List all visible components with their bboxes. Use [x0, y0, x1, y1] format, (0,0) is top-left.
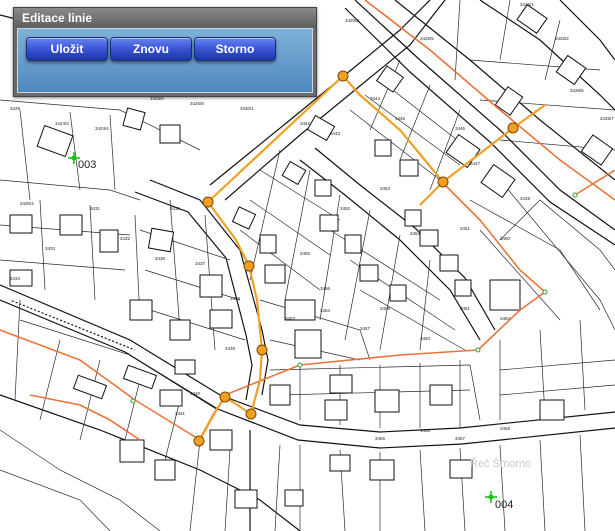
parcel-number: 3426/2 [555, 36, 569, 41]
parcel-number: 3438 [230, 296, 241, 301]
parcel-number: 3430/4 [20, 201, 34, 206]
parcel-number: 3457 [360, 326, 371, 331]
parcel-number: 3453 [380, 186, 391, 191]
parcel-number: 3424/4 [95, 126, 109, 131]
parcel-number: 3426/5 [420, 36, 434, 41]
vertex-handle[interactable] [219, 391, 231, 403]
parcel-number: 3452 [340, 206, 351, 211]
parcel-number: 3450 [500, 236, 511, 241]
parcel-number: 3429 [10, 106, 21, 111]
parcel-number: 3426/6 [570, 88, 584, 93]
line-edit-panel: Editace linie Uložit Znovu Storno [13, 7, 317, 97]
point-marker-004[interactable]: 004 [485, 491, 513, 511]
parcel-number: 3430/1 [240, 106, 254, 111]
vertex-handle[interactable] [193, 435, 205, 447]
parcel-number: 3424/3 [55, 121, 69, 126]
vertex-handle[interactable] [256, 344, 268, 356]
cancel-button[interactable]: Storno [194, 37, 276, 61]
parcel-number: 3451 [460, 226, 471, 231]
parcel-number: 3445 [395, 116, 406, 121]
parcel-number: 3467 [455, 436, 466, 441]
vertex-handle[interactable] [202, 196, 214, 208]
parcel-number: 3436 [155, 256, 166, 261]
parcel-number: 3463 [285, 316, 296, 321]
parcel-number: 3441 [175, 411, 186, 416]
edited-line[interactable] [193, 70, 546, 447]
map-watermark: Řeč Šmorno [470, 458, 532, 470]
parcel-number: 3443 [330, 131, 341, 136]
railway [9, 298, 136, 352]
parcel-number: 3464 [320, 308, 331, 313]
parcel-number: 3435 [170, 206, 181, 211]
vertex-handle[interactable] [243, 260, 255, 272]
point-label: 004 [495, 499, 513, 511]
parcel-number: 3439 [225, 346, 236, 351]
parcel-number: 3454 [410, 231, 421, 236]
parcel-number: 3456 [320, 286, 331, 291]
vertex-handle[interactable] [437, 176, 449, 188]
panel-title: Editace linie [14, 8, 316, 28]
vertex-handle[interactable] [337, 70, 349, 82]
point-label: 003 [78, 159, 96, 171]
save-button[interactable]: Uložit [26, 37, 108, 61]
parcel-number: 3448 [520, 196, 531, 201]
parcel-number: 3466 [420, 428, 431, 433]
parcel-number: 3447 [470, 161, 481, 166]
vertex-handle[interactable] [245, 408, 257, 420]
parcel-number: 3420/2 [345, 18, 359, 23]
parcel-number: 3455 [300, 251, 311, 256]
parcel-number: 3460 [420, 336, 431, 341]
vertex-handle[interactable] [507, 122, 519, 134]
parcel-number: 3425/8 [190, 101, 204, 106]
parcel-number: 3465 [375, 436, 386, 441]
parcel-number: 3468 [500, 426, 511, 431]
point-marker-003[interactable]: 003 [68, 152, 96, 171]
parcel-number: 3437 [195, 261, 206, 266]
parcel-number: 3434 [10, 276, 21, 281]
parcel-number: 3442 [300, 121, 311, 126]
parcel-number: 3426/7 [600, 116, 614, 121]
parcel-number: 3461 [460, 306, 471, 311]
parcel-number: 3426/1 [520, 2, 534, 7]
redo-button[interactable]: Znovu [110, 37, 192, 61]
parcel-number: 3444 [370, 96, 381, 101]
parcel-number: 3458 [380, 306, 391, 311]
parcel-number: 3433 [45, 246, 56, 251]
parcel-number: 3432 [120, 236, 131, 241]
panel-body: Uložit Znovu Storno [17, 28, 313, 93]
parcel-number: 3431 [90, 206, 101, 211]
parcel-number: 3440 [190, 391, 201, 396]
parcel-number: 3446 [455, 126, 466, 131]
